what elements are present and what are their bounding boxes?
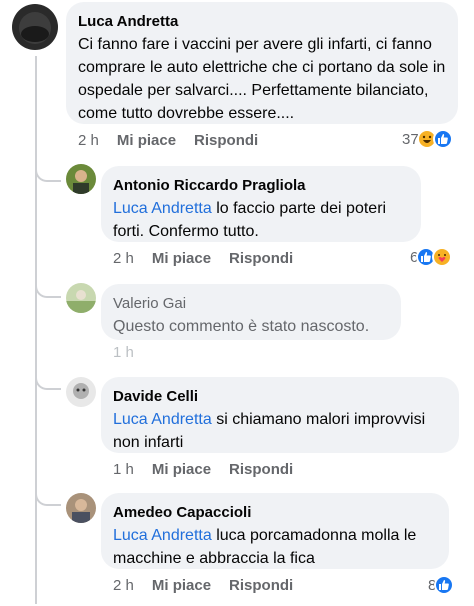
hidden-comment-notice: Questo commento è stato nascosto. <box>113 318 370 335</box>
comment-actions: 2 h Mi piace Rispondi <box>113 575 311 595</box>
comment-bubble: Davide Celli Luca Andretta si chiamano m… <box>101 377 459 453</box>
thread-branch <box>35 270 61 298</box>
reaction-summary[interactable]: 8 <box>428 574 455 596</box>
avatar[interactable] <box>66 377 96 407</box>
care-icon <box>432 247 453 267</box>
comment-bubble: Luca Andretta Ci fanno fare i vaccini pe… <box>66 2 458 124</box>
avatar[interactable] <box>66 493 96 523</box>
mention-link[interactable]: Luca Andretta <box>113 527 212 544</box>
like-button[interactable]: Mi piace <box>117 132 176 149</box>
comment-time[interactable]: 2 h <box>113 577 134 594</box>
comment-author[interactable]: Amedeo Capaccioli <box>113 503 437 522</box>
comment-author[interactable]: Antonio Riccardo Pragliola <box>113 176 409 195</box>
reply-button[interactable]: Rispondi <box>229 250 293 267</box>
thread-branch <box>35 364 61 390</box>
comment-bubble: Valerio Gai Questo commento è stato nasc… <box>101 284 401 340</box>
like-icon <box>434 575 455 595</box>
avatar[interactable] <box>66 283 96 313</box>
comment-time[interactable]: 2 h <box>113 250 134 267</box>
comment-time[interactable]: 1 h <box>113 344 134 361</box>
comment-bubble: Antonio Riccardo Pragliola Luca Andretta… <box>101 166 421 242</box>
comment-actions: 2 h Mi piace Rispondi <box>78 130 276 150</box>
comment-author[interactable]: Davide Celli <box>113 387 447 406</box>
thread-line-main <box>35 56 37 604</box>
thread-branch <box>35 480 61 506</box>
comment-time[interactable]: 1 h <box>113 461 134 478</box>
thread-branch <box>35 160 61 182</box>
reaction-summary[interactable]: 6 <box>410 246 453 268</box>
comment-text: Luca Andretta luca porcamadonna molla le… <box>113 524 437 570</box>
comment-time[interactable]: 2 h <box>78 132 99 149</box>
reply-button[interactable]: Rispondi <box>194 132 258 149</box>
reply-button[interactable]: Rispondi <box>229 577 293 594</box>
comment-author[interactable]: Luca Andretta <box>78 12 446 31</box>
mention-link[interactable]: Luca Andretta <box>113 411 212 428</box>
comment-bubble: Amedeo Capaccioli Luca Andretta luca por… <box>101 493 449 569</box>
like-icon <box>432 129 453 149</box>
comment-actions: 1 h Mi piace Rispondi <box>113 459 311 479</box>
comment-actions: 2 h Mi piace Rispondi <box>113 248 311 268</box>
mention-link[interactable]: Luca Andretta <box>113 200 212 217</box>
comment-text: Ci fanno fare i vaccini per avere gli in… <box>78 36 446 122</box>
like-button[interactable]: Mi piace <box>152 461 211 478</box>
avatar[interactable] <box>66 164 96 194</box>
reply-button[interactable]: Rispondi <box>229 461 293 478</box>
comment-text: Luca Andretta si chiamano malori improvv… <box>113 408 447 454</box>
comment-actions: 1 h <box>113 342 152 362</box>
comment-author[interactable]: Valerio Gai <box>113 294 389 313</box>
like-button[interactable]: Mi piace <box>152 577 211 594</box>
like-button[interactable]: Mi piace <box>152 250 211 267</box>
comment-text: Luca Andretta lo faccio parte dei poteri… <box>113 197 409 243</box>
reaction-summary[interactable]: 37 <box>402 128 453 150</box>
avatar[interactable] <box>12 4 58 50</box>
